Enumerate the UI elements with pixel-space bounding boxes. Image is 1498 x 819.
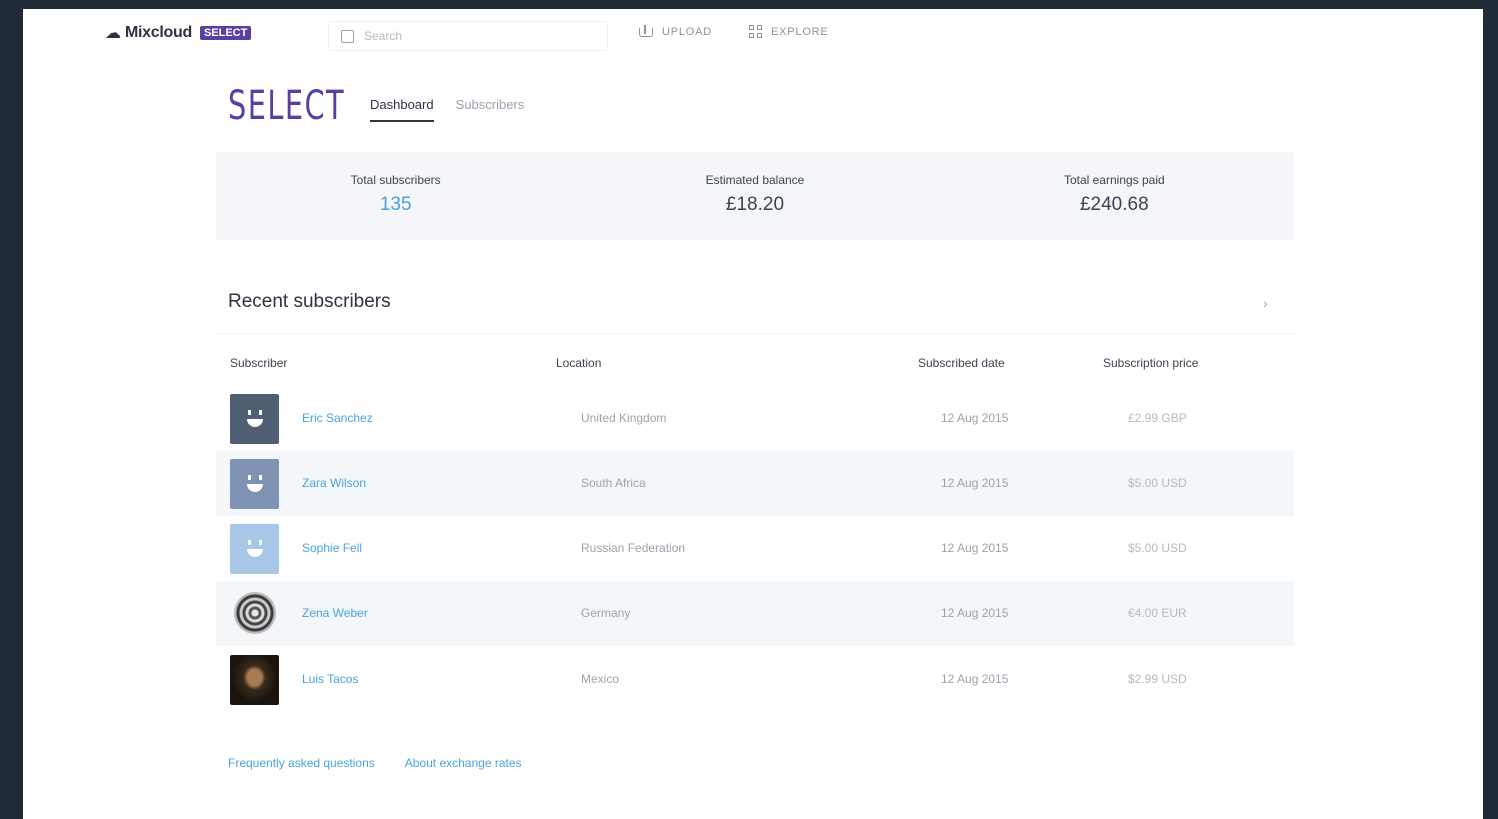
explore-icon: [749, 25, 763, 39]
stat-total-earnings: Total earnings paid £240.68: [935, 152, 1294, 240]
top-navigation: ☁ Mixcloud SELECT UPLOAD EXPLORE: [23, 9, 1483, 59]
tab-dashboard[interactable]: Dashboard: [370, 97, 434, 122]
table-row[interactable]: Sophie Fell Russian Federation 12 Aug 20…: [216, 516, 1294, 581]
recent-subscribers-title: Recent subscribers: [228, 291, 391, 312]
subscribed-date: 12 Aug 2015: [941, 476, 1009, 490]
subscription-price: £2.99 GBP: [1128, 411, 1187, 425]
column-header-price: Subscription price: [1103, 356, 1199, 370]
subscription-price: €4.00 EUR: [1128, 606, 1187, 620]
stats-panel: Total subscribers 135 Estimated balance …: [216, 152, 1294, 240]
avatar[interactable]: [230, 524, 279, 574]
footer-links: Frequently asked questions About exchang…: [228, 756, 522, 770]
stat-value: £240.68: [1079, 194, 1149, 215]
explore-link[interactable]: EXPLORE: [749, 25, 829, 39]
select-title: SELECT: [228, 83, 346, 129]
search-input[interactable]: [362, 28, 586, 44]
stat-label: Total subscribers: [350, 173, 441, 187]
page: ☁ Mixcloud SELECT UPLOAD EXPLORE SELECT …: [23, 9, 1483, 819]
stat-label: Total earnings paid: [1063, 173, 1165, 187]
subscribed-date: 12 Aug 2015: [941, 541, 1009, 555]
avatar[interactable]: [230, 394, 279, 444]
chevron-right-icon[interactable]: ›: [1263, 295, 1268, 311]
upload-label: UPLOAD: [662, 26, 713, 38]
cloud-icon: ☁: [105, 25, 121, 42]
subscriber-location: South Africa: [581, 476, 646, 490]
divider: [216, 333, 1294, 334]
explore-label: EXPLORE: [771, 26, 829, 38]
subscriber-name-link[interactable]: Eric Sanchez: [302, 411, 373, 425]
subscriber-name-link[interactable]: Zara Wilson: [302, 476, 366, 490]
table-row[interactable]: Zena Weber Germany 12 Aug 2015 €4.00 EUR: [216, 581, 1294, 646]
table-row[interactable]: Eric Sanchez United Kingdom 12 Aug 2015 …: [216, 386, 1294, 451]
column-header-location: Location: [556, 356, 602, 370]
subscription-price: $5.00 USD: [1128, 476, 1187, 490]
stat-total-subscribers: Total subscribers 135: [216, 152, 575, 240]
subscriber-location: United Kingdom: [581, 411, 667, 425]
mixcloud-logo[interactable]: ☁ Mixcloud SELECT: [105, 23, 252, 43]
exchange-rates-link[interactable]: About exchange rates: [405, 756, 522, 770]
subscribed-date: 12 Aug 2015: [941, 672, 1009, 686]
subscribed-date: 12 Aug 2015: [941, 411, 1009, 425]
subscription-price: $2.99 USD: [1128, 672, 1187, 686]
stat-value: £18.20: [725, 194, 785, 215]
stat-value[interactable]: 135: [216, 194, 575, 216]
column-header-date: Subscribed date: [918, 356, 1005, 370]
smiley-icon: [243, 537, 267, 561]
column-header-subscriber: Subscriber: [230, 356, 288, 370]
table-row[interactable]: Zara Wilson South Africa 12 Aug 2015 $5.…: [216, 451, 1294, 516]
subscriber-name-link[interactable]: Luis Tacos: [302, 672, 358, 686]
subscriber-location: Mexico: [581, 672, 620, 686]
upload-icon: [638, 25, 654, 39]
search-box[interactable]: [328, 21, 608, 51]
subscription-price: $5.00 USD: [1128, 541, 1187, 555]
faq-link[interactable]: Frequently asked questions: [228, 756, 375, 770]
select-badge: SELECT: [199, 26, 252, 40]
subscriber-location: Russian Federation: [581, 541, 686, 555]
table-row[interactable]: Luis Tacos Mexico 12 Aug 2015 $2.99 USD: [216, 647, 1294, 712]
tab-subscribers[interactable]: Subscribers: [456, 97, 525, 122]
stat-estimated-balance: Estimated balance £18.20: [575, 152, 934, 240]
stat-label: Estimated balance: [705, 173, 805, 187]
logo-text: Mixcloud: [125, 24, 192, 41]
smiley-icon: [243, 407, 267, 431]
subscribed-date: 12 Aug 2015: [941, 606, 1009, 620]
search-icon: [341, 29, 354, 43]
subscriber-name-link[interactable]: Sophie Fell: [302, 541, 362, 555]
avatar[interactable]: [230, 655, 279, 705]
avatar[interactable]: [234, 592, 276, 634]
subscriber-location: Germany: [581, 606, 631, 620]
subscriber-name-link[interactable]: Zena Weber: [302, 606, 368, 620]
avatar[interactable]: [230, 459, 279, 509]
smiley-icon: [243, 472, 267, 496]
upload-link[interactable]: UPLOAD: [638, 25, 712, 39]
tab-bar: Dashboard Subscribers: [370, 97, 524, 122]
